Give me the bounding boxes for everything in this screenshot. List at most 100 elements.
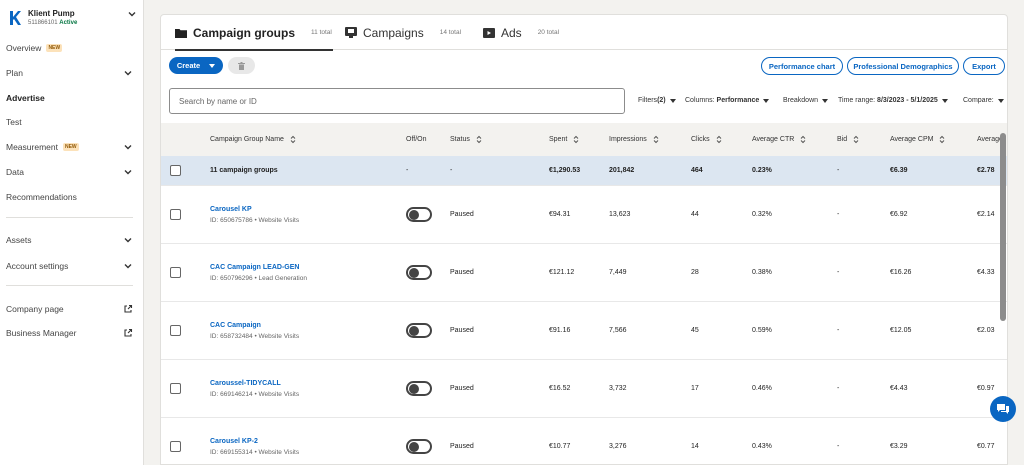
table-row: Caroussel-TIDYCALL ID: 669146214 • Websit… bbox=[161, 360, 1007, 418]
onoff-toggle[interactable] bbox=[406, 207, 432, 222]
onoff-toggle[interactable] bbox=[406, 265, 432, 280]
row-checkbox[interactable] bbox=[170, 267, 181, 278]
total-offon: - bbox=[406, 167, 409, 174]
chat-icon bbox=[997, 404, 1009, 414]
column-header-spent[interactable]: Spent bbox=[549, 123, 579, 156]
account-logo-icon bbox=[10, 11, 21, 25]
column-header-status[interactable]: Status bbox=[450, 123, 482, 156]
caret-down-icon bbox=[669, 98, 676, 103]
bid-value: - bbox=[837, 385, 840, 392]
campaign-group-link[interactable]: Caroussel-TIDYCALL bbox=[210, 380, 281, 387]
clicks-value: 28 bbox=[691, 269, 699, 276]
onoff-toggle[interactable] bbox=[406, 381, 432, 396]
caret-down-icon bbox=[997, 98, 1004, 103]
clicks-value: 45 bbox=[691, 327, 699, 334]
create-button[interactable]: Create bbox=[169, 57, 223, 74]
compare-dropdown[interactable]: Compare: bbox=[963, 97, 1004, 104]
average-value: €0.77 bbox=[977, 443, 995, 450]
row-checkbox[interactable] bbox=[170, 209, 181, 220]
average-value: €2.03 bbox=[977, 327, 995, 334]
performance-chart-button[interactable]: Performance chart bbox=[761, 57, 843, 75]
professional-demographics-button[interactable]: Professional Demographics bbox=[847, 57, 959, 75]
row-checkbox[interactable] bbox=[170, 325, 181, 336]
spent-value: €94.31 bbox=[549, 211, 571, 218]
sidebar-item-measurement[interactable]: Measurement NEW bbox=[6, 140, 133, 154]
tab-ads[interactable]: Ads 20 total bbox=[483, 15, 559, 50]
external-link-icon bbox=[124, 328, 133, 337]
average-value: €4.33 bbox=[977, 269, 995, 276]
sort-icon bbox=[290, 135, 296, 144]
status-text: Paused bbox=[450, 269, 474, 276]
caret-down-icon bbox=[763, 98, 770, 103]
campaign-group-link[interactable]: CAC Campaign bbox=[210, 322, 261, 329]
sidebar-item-recommendations[interactable]: Recommendations bbox=[6, 190, 133, 204]
column-header-name[interactable]: Campaign Group Name bbox=[210, 123, 296, 156]
sidebar-item-test[interactable]: Test bbox=[6, 115, 133, 129]
column-header-impressions[interactable]: Impressions bbox=[609, 123, 659, 156]
caret-down-icon bbox=[941, 98, 948, 103]
campaign-group-link[interactable]: Carousel KP bbox=[210, 206, 252, 213]
account-switcher[interactable]: Klient Pump 511866101 Active bbox=[0, 0, 143, 36]
sidebar-item-assets[interactable]: Assets bbox=[6, 233, 133, 247]
breakdown-dropdown[interactable]: Breakdown bbox=[783, 97, 829, 104]
campaign-icon bbox=[345, 27, 357, 38]
select-all-checkbox[interactable] bbox=[170, 165, 181, 176]
status-text: Paused bbox=[450, 443, 474, 450]
account-name: Klient Pump bbox=[28, 9, 75, 18]
caret-down-icon bbox=[822, 98, 829, 103]
onoff-toggle[interactable] bbox=[406, 439, 432, 454]
average-value: €2.14 bbox=[977, 211, 995, 218]
sidebar-divider bbox=[6, 217, 133, 218]
onoff-toggle[interactable] bbox=[406, 323, 432, 338]
campaign-group-meta: ID: 650796296 • Lead Generation bbox=[210, 274, 307, 282]
export-button[interactable]: Export bbox=[963, 57, 1005, 75]
chat-button[interactable] bbox=[990, 396, 1016, 422]
sort-icon bbox=[573, 135, 579, 144]
sidebar-divider bbox=[6, 285, 133, 286]
delete-button[interactable] bbox=[228, 57, 255, 74]
bid-value: - bbox=[837, 327, 840, 334]
total-status: - bbox=[450, 167, 453, 174]
ctr-value: 0.32% bbox=[752, 211, 772, 218]
sidebar-item-data[interactable]: Data bbox=[6, 165, 133, 179]
campaign-group-link[interactable]: CAC Campaign LEAD-GEN bbox=[210, 264, 299, 271]
total-ctr: 0.23% bbox=[752, 167, 772, 174]
total-name: 11 campaign groups bbox=[210, 167, 278, 174]
bid-value: - bbox=[837, 269, 840, 276]
impressions-value: 7,566 bbox=[609, 327, 627, 334]
ctr-value: 0.59% bbox=[752, 327, 772, 334]
columns-dropdown[interactable]: Columns: Performance bbox=[685, 97, 770, 104]
chevron-down-icon[interactable] bbox=[127, 9, 137, 19]
table-row: CAC Campaign LEAD-GEN ID: 650796296 • Lea… bbox=[161, 244, 1007, 302]
search-input[interactable] bbox=[169, 88, 625, 114]
column-header-cpm[interactable]: Average CPM bbox=[890, 123, 945, 156]
sidebar-item-plan[interactable]: Plan bbox=[6, 66, 133, 80]
sidebar-item-account-settings[interactable]: Account settings bbox=[6, 259, 133, 273]
clicks-value: 44 bbox=[691, 211, 699, 218]
column-header-bid[interactable]: Bid bbox=[837, 123, 859, 156]
cpm-value: €3.29 bbox=[890, 443, 908, 450]
table-row: Carousel KP-2 ID: 669155314 • Website Vis… bbox=[161, 418, 1007, 464]
sidebar-item-advertise[interactable]: Advertise bbox=[6, 91, 133, 105]
row-checkbox[interactable] bbox=[170, 383, 181, 394]
sidebar-item-company-page[interactable]: Company page bbox=[6, 302, 133, 316]
column-header-ctr[interactable]: Average CTR bbox=[752, 123, 806, 156]
column-header-clicks[interactable]: Clicks bbox=[691, 123, 722, 156]
table-scrollbar[interactable] bbox=[1000, 133, 1006, 321]
bid-value: - bbox=[837, 443, 840, 450]
sort-icon bbox=[653, 135, 659, 144]
ctr-value: 0.43% bbox=[752, 443, 772, 450]
filters-dropdown[interactable]: Filters (2) bbox=[638, 97, 676, 104]
tab-bar: Campaign groups 11 total Campaigns 14 tota… bbox=[161, 15, 1007, 51]
status-text: Paused bbox=[450, 327, 474, 334]
tab-campaign-groups[interactable]: Campaign groups 11 total bbox=[175, 15, 333, 51]
impressions-value: 3,276 bbox=[609, 443, 627, 450]
campaign-group-meta: ID: 658732484 • Website Visits bbox=[210, 332, 300, 340]
time-range-dropdown[interactable]: Time range: 8/3/2023 - 5/1/2025 bbox=[838, 97, 948, 104]
sidebar-item-overview[interactable]: Overview NEW bbox=[6, 41, 133, 55]
total-bid: - bbox=[837, 167, 840, 174]
campaign-group-link[interactable]: Carousel KP-2 bbox=[210, 438, 258, 445]
row-checkbox[interactable] bbox=[170, 441, 181, 452]
tab-campaigns[interactable]: Campaigns 14 total bbox=[345, 15, 461, 50]
sidebar-item-business-manager[interactable]: Business Manager bbox=[6, 326, 133, 340]
